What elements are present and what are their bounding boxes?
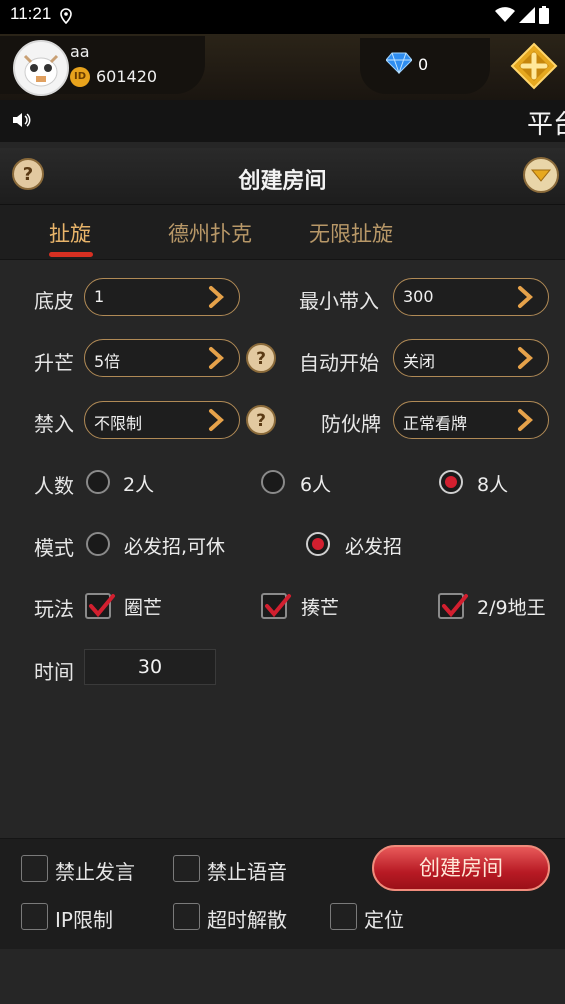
anti-collusion-select[interactable]: 正常看牌 bbox=[393, 401, 549, 439]
chevron-down-icon[interactable] bbox=[523, 157, 559, 193]
gem-count: 0 bbox=[418, 55, 429, 74]
checkmark-icon bbox=[265, 594, 291, 618]
base-value: 1 bbox=[94, 287, 105, 306]
status-bar bbox=[0, 0, 565, 34]
rule-quanmang-checkbox[interactable] bbox=[85, 593, 115, 619]
players-6-radio[interactable] bbox=[261, 470, 285, 494]
players-label: 人数 bbox=[34, 474, 74, 498]
tab-texas-holdem[interactable]: 德州扑克 bbox=[168, 218, 252, 248]
min-buyin-select[interactable]: 300 bbox=[393, 278, 549, 316]
chevron-right-icon bbox=[518, 347, 533, 369]
tab-active-indicator bbox=[49, 252, 93, 257]
min-buyin-value: 300 bbox=[403, 287, 434, 306]
tab-unlimited-chexuan[interactable]: 无限扯旋 bbox=[309, 218, 393, 248]
ban-join-select[interactable]: 不限制 bbox=[84, 401, 240, 439]
mute-chat-label[interactable]: 禁止发言 bbox=[55, 856, 135, 885]
timeout-dissolve-label[interactable]: 超时解散 bbox=[207, 904, 287, 933]
anti-collusion-value: 正常看牌 bbox=[403, 414, 468, 433]
timeout-dissolve-checkbox[interactable] bbox=[173, 903, 200, 930]
ip-limit-label[interactable]: IP限制 bbox=[55, 904, 113, 933]
ban-join-value: 不限制 bbox=[94, 414, 143, 433]
username: aa bbox=[70, 42, 90, 61]
status-icons bbox=[495, 6, 549, 24]
speaker-icon bbox=[13, 113, 31, 127]
signal-icon bbox=[519, 7, 535, 23]
mode-option-2-label[interactable]: 必发招 bbox=[345, 532, 402, 559]
diamond-icon bbox=[386, 52, 412, 74]
page-title: 创建房间 bbox=[238, 169, 327, 194]
chevron-right-icon bbox=[518, 286, 533, 308]
mode-label: 模式 bbox=[34, 536, 74, 560]
location-label[interactable]: 定位 bbox=[364, 904, 404, 933]
rule-quanmang-label[interactable]: 圈芒 bbox=[124, 593, 162, 620]
mode-option-1-label[interactable]: 必发招,可休 bbox=[124, 532, 225, 559]
players-2-radio[interactable] bbox=[86, 470, 110, 494]
announcement-text: 平台 bbox=[527, 110, 565, 140]
location-checkbox[interactable] bbox=[330, 903, 357, 930]
announcement-bar bbox=[0, 100, 565, 142]
rule-zoumang-label[interactable]: 揍芒 bbox=[301, 593, 339, 620]
user-id: 601420 bbox=[96, 67, 158, 86]
svg-text:?: ? bbox=[256, 411, 266, 431]
mute-voice-label[interactable]: 禁止语音 bbox=[207, 856, 287, 885]
raise-value: 5倍 bbox=[94, 352, 121, 371]
players-6-label[interactable]: 6人 bbox=[300, 470, 331, 497]
min-buyin-label: 最小带入 bbox=[299, 289, 379, 313]
add-gems-button[interactable] bbox=[510, 42, 558, 90]
avatar[interactable] bbox=[13, 40, 69, 96]
create-room-button[interactable]: 创建房间 bbox=[372, 845, 550, 891]
time-label: 时间 bbox=[34, 660, 74, 684]
players-2-label[interactable]: 2人 bbox=[123, 470, 154, 497]
ban-join-label: 禁入 bbox=[34, 412, 74, 436]
rule-diwang-label[interactable]: 2/9地王 bbox=[477, 593, 546, 620]
rules-label: 玩法 bbox=[34, 597, 74, 621]
time-input[interactable]: 30 bbox=[84, 649, 216, 685]
rule-diwang-checkbox[interactable] bbox=[438, 593, 468, 619]
mute-voice-checkbox[interactable] bbox=[173, 855, 200, 882]
location-icon bbox=[60, 8, 72, 24]
auto-start-value: 关闭 bbox=[403, 352, 436, 371]
checkmark-icon bbox=[89, 594, 115, 618]
mode-option-2-radio[interactable] bbox=[306, 532, 330, 556]
base-label: 底皮 bbox=[34, 289, 74, 313]
tab-chexuan[interactable]: 扯旋 bbox=[49, 218, 91, 248]
chevron-right-icon bbox=[518, 409, 533, 431]
mode-option-1-radio[interactable] bbox=[86, 532, 110, 556]
raise-select[interactable]: 5倍 bbox=[84, 339, 240, 377]
checkmark-icon bbox=[442, 594, 468, 618]
chevron-right-icon bbox=[209, 409, 224, 431]
id-badge-icon: ID bbox=[70, 67, 90, 87]
chevron-right-icon bbox=[209, 347, 224, 369]
anti-collusion-label: 防伙牌 bbox=[321, 412, 381, 436]
clock: 11:21 bbox=[10, 4, 52, 23]
base-select[interactable]: 1 bbox=[84, 278, 240, 316]
avatar-image bbox=[15, 42, 67, 94]
wifi-icon bbox=[495, 7, 515, 22]
players-8-radio[interactable] bbox=[439, 470, 463, 494]
battery-icon bbox=[539, 6, 549, 24]
auto-start-select[interactable]: 关闭 bbox=[393, 339, 549, 377]
players-8-label[interactable]: 8人 bbox=[477, 470, 508, 497]
svg-text:?: ? bbox=[256, 349, 266, 369]
chevron-right-icon bbox=[209, 286, 224, 308]
ip-limit-checkbox[interactable] bbox=[21, 903, 48, 930]
auto-start-label: 自动开始 bbox=[299, 351, 379, 375]
mute-chat-checkbox[interactable] bbox=[21, 855, 48, 882]
rule-zoumang-checkbox[interactable] bbox=[261, 593, 291, 619]
raise-label: 升芒 bbox=[34, 351, 74, 375]
raise-help-button[interactable]: ? bbox=[246, 343, 276, 373]
ban-join-help-button[interactable]: ? bbox=[246, 405, 276, 435]
